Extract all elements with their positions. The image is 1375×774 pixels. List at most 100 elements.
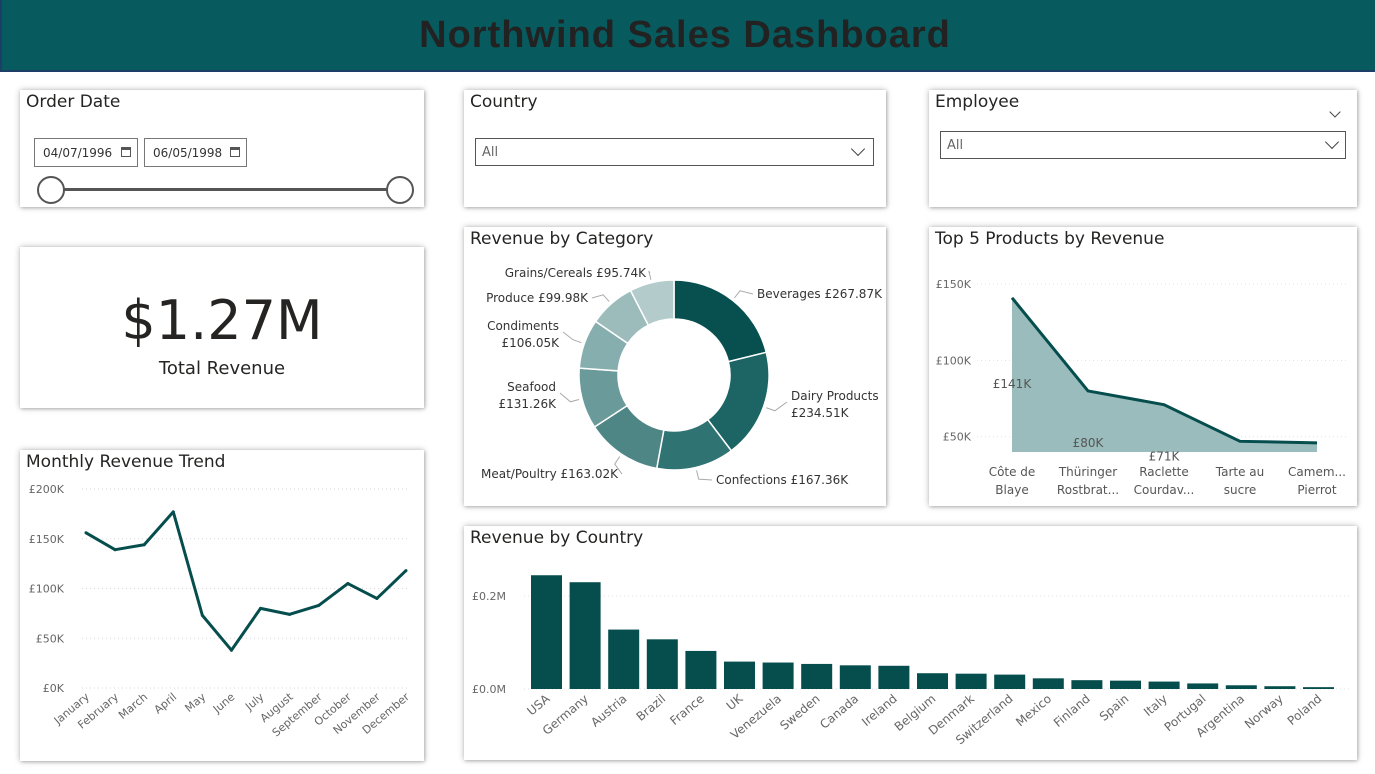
leader-line [591, 294, 610, 302]
slice-label: Grains/Cereals £95.74K [505, 266, 647, 280]
revenue-by-country-card: Revenue by Country £0.0M £0.2M USA Germany A… [464, 526, 1357, 760]
country-bar [1110, 680, 1141, 689]
top-products-card: Top 5 Products by Revenue £50K £100K £150K… [929, 227, 1357, 506]
x-tick-label: Spain [1097, 692, 1132, 724]
data-point [200, 613, 204, 617]
slice-label: Beverages £267.87K [757, 287, 883, 301]
slice-label: £131.26K [499, 397, 558, 411]
x-tick-label: April [152, 690, 180, 716]
x-tick-label: Thüringer [1058, 465, 1117, 479]
y-tick-label: £50K [943, 431, 972, 444]
country-selected-value: All [482, 144, 499, 160]
page-title: Northwind Sales Dashboard [419, 13, 951, 56]
country-bar [1264, 686, 1296, 689]
y-tick-label: £200K [29, 483, 65, 496]
country-bar [1148, 681, 1180, 689]
country-slicer: Country All [464, 90, 886, 207]
x-tick-label: Tarte au [1215, 465, 1265, 479]
country-bar [646, 639, 678, 689]
data-label: £141K [993, 377, 1033, 391]
start-date-input[interactable]: 04/07/1996 [34, 138, 138, 167]
country-bar [955, 673, 987, 689]
top-products-area-chart: £50K £100K £150K £141K £80K £71K Côte de Blaye T… [936, 278, 1347, 497]
slice-label: Confections £167.36K [716, 473, 849, 487]
country-bar [878, 665, 910, 689]
y-tick-label: £0K [43, 682, 65, 695]
country-bar [917, 673, 948, 689]
data-point [259, 606, 263, 610]
slice-label: £234.51K [791, 406, 850, 420]
x-tick-label: USA [524, 691, 553, 718]
monthly-trend-line-chart: £0K£50K£100K£150K£200KJanuaryFebruaryMar… [29, 483, 413, 739]
total-revenue-value: $1.27M [121, 289, 323, 352]
leader-line [648, 270, 652, 280]
x-tick-label: Norway [1242, 692, 1286, 732]
country-dropdown[interactable]: All [475, 138, 874, 166]
y-tick-label: £100K [29, 583, 65, 596]
employee-slicer: Employee All [929, 90, 1357, 207]
country-bar [531, 575, 562, 689]
end-date-input[interactable]: 06/05/1998 [144, 138, 247, 167]
y-tick-label: £0.2M [472, 590, 506, 603]
calendar-icon[interactable] [230, 147, 240, 157]
order-date-title: Order Date [26, 92, 121, 112]
x-tick-label: March [116, 690, 150, 722]
x-tick-label: Sweden [777, 692, 822, 733]
data-point [375, 596, 379, 600]
y-tick-label: £50K [36, 632, 65, 645]
start-date-value: 04/07/1996 [43, 145, 113, 160]
country-bar-chart: £0.0M£0.2MUSAGermanyAustria Brazil France U… [472, 575, 1352, 747]
x-tick-label: UK [724, 691, 747, 713]
country-bar [762, 662, 794, 689]
y-tick-label: £100K [936, 354, 972, 367]
country-bar [1187, 683, 1219, 689]
data-point [113, 548, 117, 552]
total-revenue-card: $1.27M Total Revenue [20, 247, 424, 408]
x-tick-label: Brazil [634, 692, 669, 724]
date-range-track[interactable] [50, 188, 400, 191]
x-tick-label: Austria [588, 692, 629, 730]
category-slice [673, 279, 768, 363]
country-bar [724, 661, 755, 689]
x-tick-label: June [210, 690, 238, 716]
end-date-handle[interactable] [386, 176, 414, 204]
x-tick-label: Canada [817, 692, 861, 732]
x-tick-label: Camem... [1288, 465, 1346, 479]
x-tick-label: Pierrot [1297, 483, 1336, 497]
x-tick-label: Côte de [989, 465, 1036, 479]
slice-label: Condiments [487, 319, 559, 333]
order-date-slicer: Order Date 04/07/1996 06/05/1998 [20, 90, 424, 207]
calendar-icon[interactable] [121, 147, 131, 157]
data-point [84, 531, 88, 535]
x-tick-label: Rostbrat... [1057, 483, 1119, 497]
chevron-down-icon[interactable] [1324, 134, 1340, 150]
end-date-value: 06/05/1998 [153, 145, 223, 160]
leader-line [766, 401, 788, 412]
y-tick-label: £150K [936, 278, 972, 291]
country-bar [1032, 678, 1064, 689]
chevron-down-icon[interactable] [850, 141, 866, 157]
employee-dropdown[interactable]: All [940, 131, 1346, 159]
data-point [229, 648, 233, 652]
dashboard-header: Northwind Sales Dashboard [0, 0, 1375, 72]
monthly-trend-card: Monthly Revenue Trend £0K £50K £100K £150K £… [20, 450, 424, 761]
revenue-area [1012, 297, 1317, 452]
country-bar [839, 665, 871, 689]
x-tick-label: Raclette [1139, 465, 1189, 479]
data-label: £71K [1149, 450, 1181, 464]
country-bar [1071, 680, 1103, 689]
employee-title: Employee [935, 92, 1020, 112]
category-donut-chart: Beverages £267.87K Dairy Products £234.51K… [481, 266, 883, 487]
x-tick-label: Mexico [1013, 692, 1054, 730]
leader-line [562, 331, 582, 344]
x-tick-label: sucre [1224, 483, 1257, 497]
x-tick-label: Finland [1051, 692, 1093, 730]
country-bar [685, 650, 717, 689]
country-bar [569, 582, 601, 689]
total-revenue-label: Total Revenue [158, 358, 286, 379]
leader-line [696, 470, 713, 481]
chevron-down-icon[interactable] [1329, 106, 1341, 118]
revenue-by-category-card: Revenue by Category Beverages £267.87K Da… [464, 227, 886, 506]
start-date-handle[interactable] [37, 176, 65, 204]
revenue-line [85, 510, 408, 652]
